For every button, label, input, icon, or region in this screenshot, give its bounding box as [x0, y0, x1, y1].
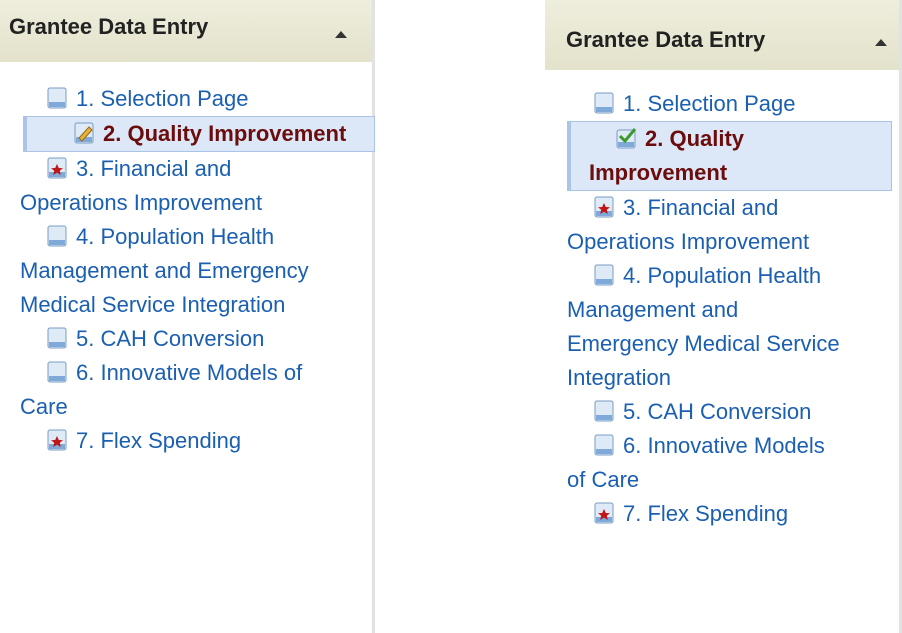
page-icon [593, 432, 615, 456]
page-icon [593, 398, 615, 422]
panel-header[interactable]: Grantee Data Entry [545, 0, 899, 70]
edit-icon [73, 120, 95, 144]
sidebar-item-6[interactable]: 6. Innovative Models of Care [0, 356, 330, 424]
sidebar-item-2[interactable]: 2. Quality Improvement [23, 116, 375, 152]
sidebar-item-label: 7. Flex Spending [623, 501, 789, 526]
nav-panel-left: Grantee Data Entry 1. Selection Page 2. Q… [0, 0, 375, 633]
page-icon [593, 90, 615, 114]
required-star-icon [593, 500, 615, 524]
page-icon [46, 85, 68, 109]
page-icon [593, 262, 615, 286]
sidebar-item-label: 1. Selection Page [76, 86, 249, 111]
sidebar-item-label: 1. Selection Page [623, 91, 796, 116]
sidebar-item-5[interactable]: 5. CAH Conversion [0, 322, 330, 356]
sidebar-item-5[interactable]: 5. CAH Conversion [545, 395, 865, 429]
sidebar-item-7[interactable]: 7. Flex Spending [0, 424, 330, 458]
panel-header[interactable]: Grantee Data Entry [0, 0, 372, 62]
sidebar-item-1[interactable]: 1. Selection Page [0, 82, 330, 116]
sidebar-item-label: 5. CAH Conversion [76, 326, 265, 351]
required-star-icon [593, 194, 615, 218]
checkmark-icon [615, 125, 637, 149]
page-icon [46, 359, 68, 383]
sidebar-item-label: 5. CAH Conversion [623, 399, 812, 424]
required-star-icon [46, 155, 68, 179]
nav-panel-right: Grantee Data Entry 1. Selection Page 2. Q… [545, 0, 902, 633]
sidebar-item-label: 2. Quality Improvement [103, 121, 347, 146]
sidebar-item-1[interactable]: 1. Selection Page [545, 87, 865, 121]
collapse-up-icon[interactable] [335, 31, 347, 38]
panel-title: Grantee Data Entry [566, 27, 766, 52]
page-icon [46, 223, 68, 247]
page-icon [46, 325, 68, 349]
required-star-icon [46, 427, 68, 451]
sidebar-item-3[interactable]: 3. Financial and Operations Improvement [0, 152, 330, 220]
sidebar-item-4[interactable]: 4. Population Health Management and Emer… [0, 220, 330, 322]
sidebar-item-label: 2. Quality Improvement [589, 126, 745, 185]
collapse-up-icon[interactable] [875, 39, 887, 46]
sidebar-item-6[interactable]: 6. Innovative Models of Care [545, 429, 865, 497]
panel-title: Grantee Data Entry [9, 14, 209, 39]
sidebar-item-7[interactable]: 7. Flex Spending [545, 497, 865, 531]
nav-list: 1. Selection Page 2. Quality Improvement 3… [0, 62, 375, 458]
nav-list: 1. Selection Page 2. Quality Improvement 3… [545, 70, 899, 531]
sidebar-item-3[interactable]: 3. Financial and Operations Improvement [545, 191, 865, 259]
sidebar-item-4[interactable]: 4. Population Health Management and Emer… [545, 259, 865, 395]
sidebar-item-2[interactable]: 2. Quality Improvement [567, 121, 892, 191]
sidebar-item-label: 7. Flex Spending [76, 428, 242, 453]
